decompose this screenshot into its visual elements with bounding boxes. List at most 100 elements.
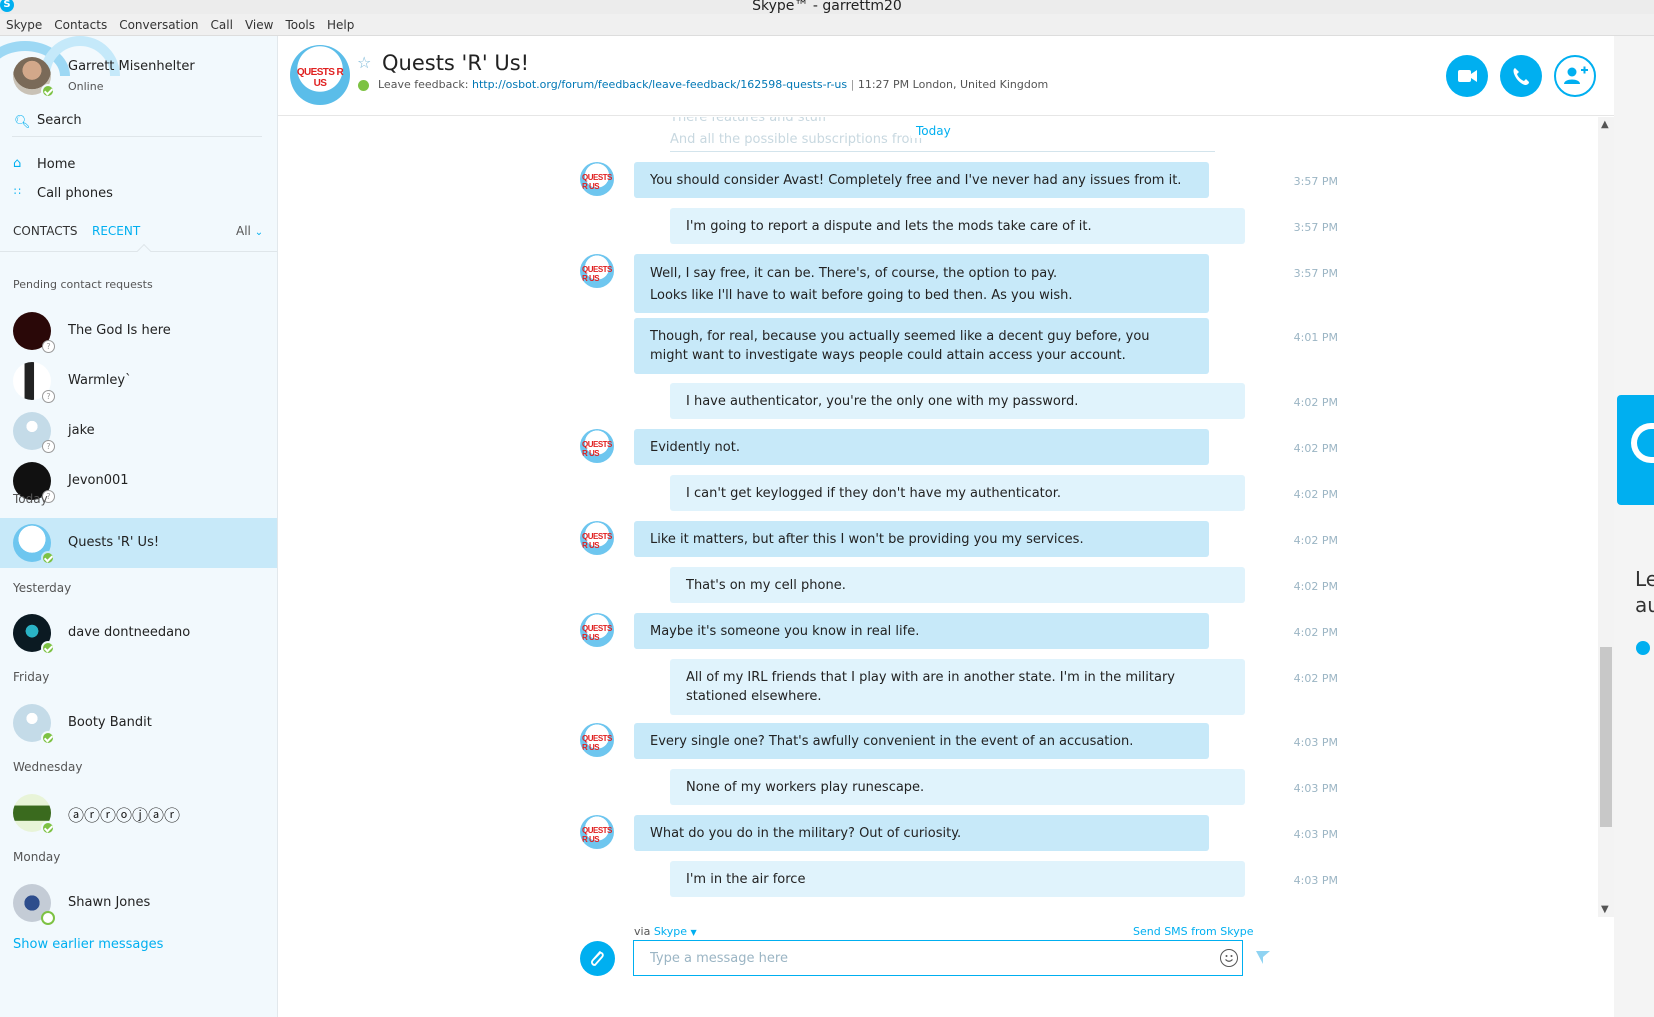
message-time: 4:01 PM (1293, 331, 1338, 344)
message-bubble-outgoing: I can't get keylogged if they don't have… (670, 475, 1245, 511)
nav-home-label: Home (37, 157, 76, 172)
contact-item[interactable]: Booty Bandit (0, 698, 277, 748)
contact-name: ⓐⓡⓡⓞⓙⓐⓡ (68, 806, 181, 825)
contact-name: jake (68, 423, 95, 438)
scroll-down-arrow-icon[interactable]: ▼ (1601, 904, 1609, 915)
message-input[interactable] (633, 940, 1243, 976)
via-service: Skype (653, 925, 688, 938)
section-yesterday: Yesterday (13, 581, 72, 595)
via-selector[interactable]: via Skype ▼ (634, 925, 697, 938)
message-time: 4:02 PM (1293, 580, 1338, 593)
avatar: ? (13, 312, 55, 353)
chat-scrollbar[interactable]: ▲ ▼ (1598, 117, 1614, 917)
sender-avatar[interactable]: QUESTS R US (580, 723, 614, 757)
avatar (13, 704, 55, 745)
contact-name: Quests 'R' Us! (68, 535, 160, 550)
scroll-up-arrow-icon[interactable]: ▲ (1601, 119, 1609, 130)
contact-item[interactable]: ? Warmley` (0, 356, 277, 406)
message-time: 4:02 PM (1293, 488, 1338, 501)
caret-down-icon: ▼ (690, 928, 697, 937)
conversation-avatar[interactable]: QUESTS R US (290, 45, 350, 105)
menu-conversation[interactable]: Conversation (113, 14, 204, 32)
filter-dropdown[interactable]: All ⌄ (236, 224, 263, 238)
online-status-icon (41, 821, 55, 835)
show-earlier-link[interactable]: Show earlier messages (13, 937, 163, 952)
promo-text: Le au (1635, 567, 1654, 617)
sender-avatar[interactable]: QUESTS R US (580, 815, 614, 849)
avatar (13, 524, 55, 565)
nav-call-phones[interactable]: ∷ Call phones (12, 185, 262, 205)
pending-icon: ? (42, 440, 55, 453)
sidebar: Garrett Misenhelter Online 🔍︎ Search ⌂ H… (0, 36, 278, 1017)
message-time: 4:03 PM (1293, 828, 1338, 841)
sender-avatar[interactable]: QUESTS R US (580, 429, 614, 463)
section-today: Today (13, 492, 48, 506)
play-icon[interactable] (1636, 641, 1650, 655)
menu-view[interactable]: View (239, 14, 279, 32)
window-titlebar: S Skype™ - garrettm20 (0, 0, 1654, 14)
search-box[interactable]: 🔍︎ Search (12, 113, 262, 137)
scrollbar-thumb[interactable] (1600, 647, 1612, 827)
nav-home[interactable]: ⌂ Home (12, 156, 262, 176)
profile-name[interactable]: Garrett Misenhelter (68, 59, 195, 74)
promo-banner[interactable] (1617, 395, 1654, 505)
message-time: 4:02 PM (1293, 534, 1338, 547)
emoticon-button[interactable] (1220, 949, 1238, 967)
message-bubble-outgoing: I'm going to report a dispute and lets t… (670, 208, 1245, 244)
favorite-star-icon[interactable]: ☆ (357, 53, 371, 72)
sender-avatar[interactable]: QUESTS R US (580, 162, 614, 196)
message-time: 4:03 PM (1293, 782, 1338, 795)
contact-item[interactable]: ⓐⓡⓡⓞⓙⓐⓡ (0, 788, 277, 838)
menu-skype[interactable]: Skype (0, 14, 48, 32)
message-time: 4:03 PM (1293, 874, 1338, 887)
feedback-link[interactable]: http://osbot.org/forum/feedback/leave-fe… (472, 78, 847, 91)
message-bubble-outgoing: I'm in the air force (670, 861, 1245, 897)
profile-status[interactable]: Online (68, 80, 103, 93)
contact-item-active[interactable]: Quests 'R' Us! (0, 518, 277, 568)
add-people-button[interactable] (1554, 55, 1596, 97)
contact-item[interactable]: ? jake (0, 406, 277, 456)
contact-item[interactable]: ? The God Is here (0, 306, 277, 356)
message-bubble-outgoing: All of my IRL friends that I play with a… (670, 659, 1245, 715)
tab-contacts[interactable]: CONTACTS (13, 224, 78, 238)
sender-avatar[interactable]: QUESTS R US (580, 254, 614, 288)
message-time: 4:02 PM (1293, 442, 1338, 455)
menu-help[interactable]: Help (321, 14, 360, 32)
menu-call[interactable]: Call (205, 14, 239, 32)
contact-name: The God Is here (68, 323, 171, 338)
message-bubble-incoming: Every single one? That's awfully conveni… (634, 723, 1209, 759)
tab-recent[interactable]: RECENT (92, 224, 140, 238)
audio-call-button[interactable] (1500, 55, 1542, 97)
section-monday: Monday (13, 850, 61, 864)
send-sms-link[interactable]: Send SMS from Skype (1133, 925, 1253, 938)
compose-area: via Skype ▼ Send SMS from Skype (278, 918, 1598, 1017)
message-time: 3:57 PM (1293, 267, 1338, 280)
dialpad-icon: ∷ (14, 185, 21, 198)
contact-name: Jevon001 (68, 473, 129, 488)
profile-avatar[interactable] (13, 57, 55, 98)
video-call-button[interactable] (1446, 55, 1488, 97)
message-bubble-outgoing: None of my workers play runescape. (670, 769, 1245, 805)
send-button[interactable] (1254, 948, 1272, 966)
home-icon: ⌂ (13, 156, 22, 171)
menu-contacts[interactable]: Contacts (48, 14, 113, 32)
phone-icon (1513, 68, 1529, 85)
section-wednesday: Wednesday (13, 760, 83, 774)
contact-item[interactable]: Shawn Jones (0, 878, 277, 928)
message-time: 4:02 PM (1293, 396, 1338, 409)
message-bubble-incoming: What do you do in the military? Out of c… (634, 815, 1209, 851)
attach-button[interactable] (580, 941, 615, 976)
message-time: 4:02 PM (1293, 626, 1338, 639)
contact-name: Shawn Jones (68, 895, 151, 910)
mood-prefix: Leave feedback: (378, 78, 469, 91)
tab-pointer (136, 243, 152, 259)
message-time: 3:57 PM (1293, 175, 1338, 188)
contact-item[interactable]: dave dontneedano (0, 608, 277, 658)
sender-avatar[interactable]: QUESTS R US (580, 613, 614, 647)
add-person-icon (1564, 66, 1588, 84)
message-history[interactable]: There features and stuff And all the pos… (278, 117, 1598, 917)
search-icon: 🔍︎ (14, 115, 31, 130)
paperclip-icon (591, 951, 604, 966)
sender-avatar[interactable]: QUESTS R US (580, 521, 614, 555)
menu-tools[interactable]: Tools (279, 14, 321, 32)
